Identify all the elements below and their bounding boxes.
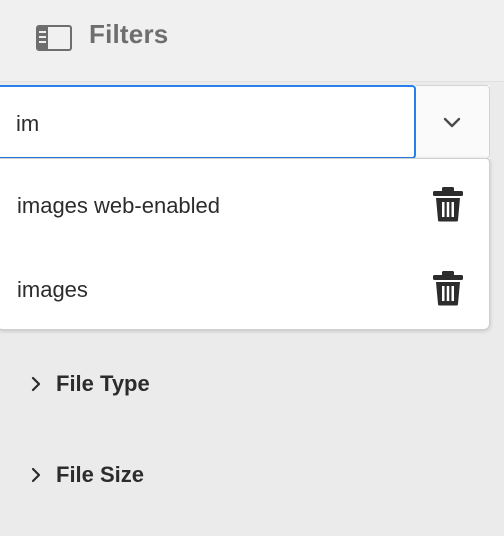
trash-icon[interactable] [432,186,464,222]
facet-file-type[interactable]: File Type [0,354,490,414]
facet-file-size[interactable]: File Size [0,445,490,505]
chevron-down-icon [443,117,461,128]
saved-search-combobox: im [0,85,490,159]
search-input[interactable]: im [0,85,416,159]
suggestion-label: images web-enabled [17,193,221,218]
facet-label: File Size [56,462,145,487]
suggestion-label: images [17,277,88,302]
page-title: Filters [89,19,169,49]
dropdown-toggle-button[interactable] [416,85,490,159]
filters-header: Filters [0,0,504,82]
facet-label: File Type [56,371,150,396]
trash-icon[interactable] [432,270,464,306]
list-item[interactable]: images web-enabled [0,162,489,246]
suggestions-popover: images web-enabled images [0,158,490,330]
chevron-right-icon [31,376,41,392]
list-item[interactable]: images [0,246,489,330]
search-input-value: im [16,111,40,136]
chevron-right-icon [31,467,41,483]
panel-rail-icon[interactable] [36,25,72,51]
